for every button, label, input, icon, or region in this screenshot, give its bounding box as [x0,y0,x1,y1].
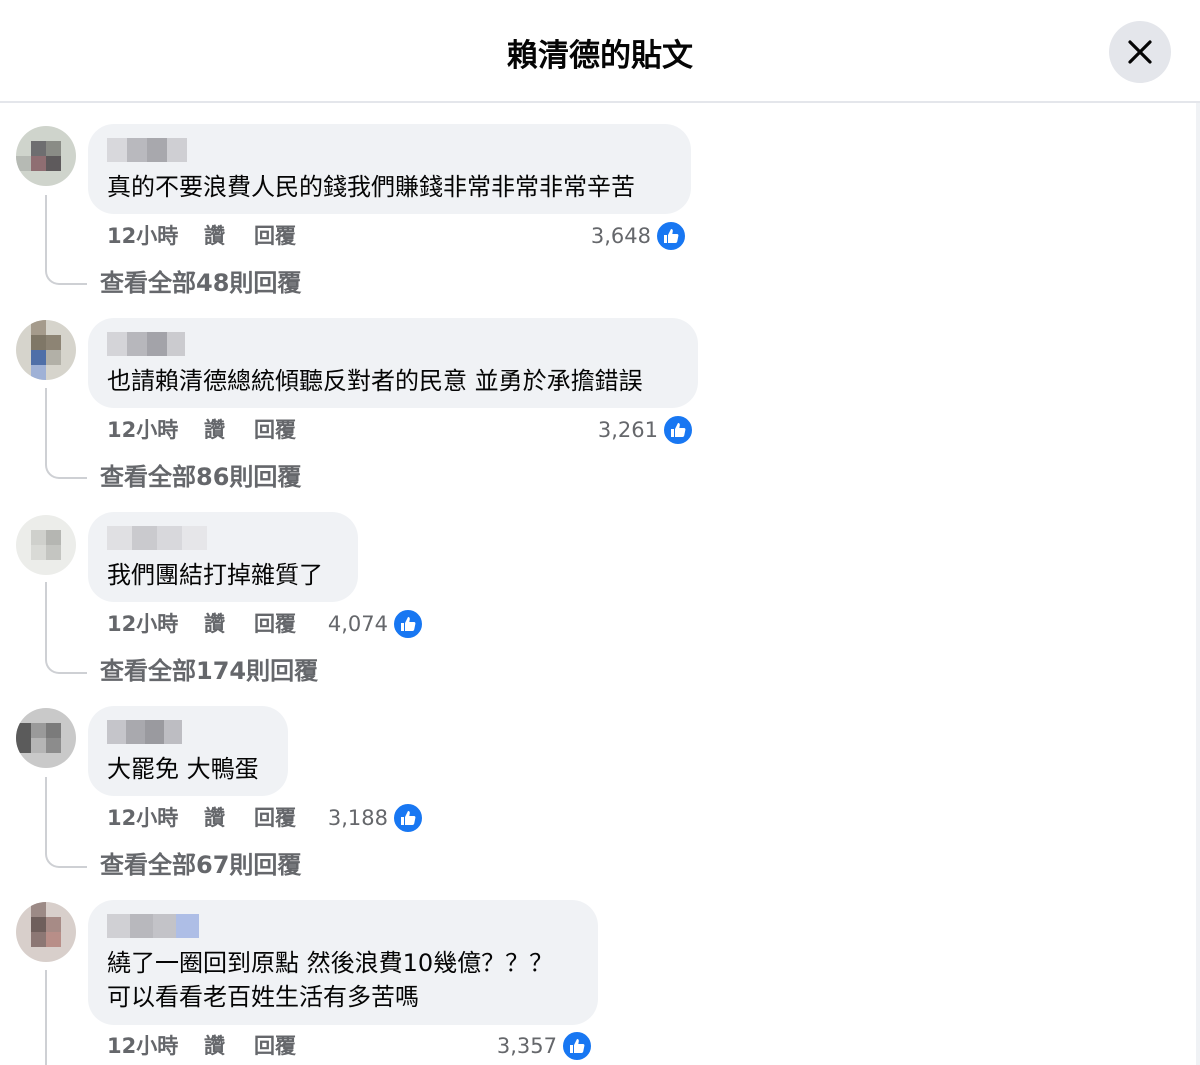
comment-timestamp[interactable]: 12小時 [107,1032,178,1060]
comment-text: 繞了一圈回到原點 然後浪費10幾億？？？ 可以看看老百姓生活有多苦嗎 [107,949,554,1011]
reply-button[interactable]: 回覆 [254,1032,296,1060]
author-name-blurred[interactable] [107,914,199,938]
comment-bubble: 繞了一圈回到原點 然後浪費10幾億？？？ 可以看看老百姓生活有多苦嗎 [88,900,598,1025]
like-count: 3,357 [496,1034,557,1058]
reaction-count[interactable]: 3,357 [470,1030,593,1062]
close-button[interactable] [1109,21,1171,83]
reply-thread-line [45,970,87,1065]
comment-item: 繞了一圈回到原點 然後浪費10幾億？？？ 可以看看老百姓生活有多苦嗎 12小時 … [0,0,760,1065]
avatar[interactable] [16,902,76,962]
scrollbar[interactable] [1196,103,1200,1065]
like-reaction-icon [561,1030,593,1062]
comment-actions: 12小時 讚 回覆 [107,1032,327,1060]
like-button[interactable]: 讚 [204,1032,225,1060]
close-icon [1128,40,1152,64]
